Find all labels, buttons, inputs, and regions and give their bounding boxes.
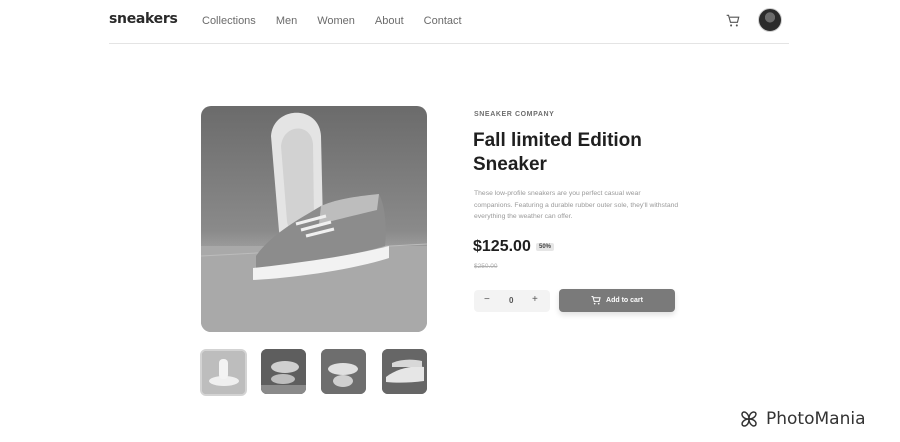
company-label: SNEAKER COMPANY bbox=[474, 111, 555, 118]
nav-contact[interactable]: Contact bbox=[424, 15, 462, 27]
product-description: These low-profile sneakers are you perfe… bbox=[474, 190, 679, 220]
cart-icon bbox=[591, 296, 601, 305]
thumbnail-3[interactable] bbox=[321, 349, 366, 394]
nav-women[interactable]: Women bbox=[317, 15, 355, 27]
nav-about[interactable]: About bbox=[375, 15, 404, 27]
avatar[interactable] bbox=[758, 8, 782, 32]
photomania-watermark: PhotoMania bbox=[728, 402, 890, 436]
nav-men[interactable]: Men bbox=[276, 15, 297, 27]
watermark-text: PhotoMania bbox=[766, 409, 866, 429]
decrease-quantity-button[interactable]: − bbox=[484, 294, 490, 305]
thumbnail-4[interactable] bbox=[382, 349, 427, 394]
increase-quantity-button[interactable]: + bbox=[532, 294, 538, 305]
discount-badge: 50% bbox=[536, 243, 555, 251]
sneaker-illustration bbox=[201, 112, 427, 332]
current-price: $125.00 bbox=[473, 238, 531, 255]
site-header: sneakers Collections Men Women About Con… bbox=[109, 0, 789, 44]
thumbnail-1[interactable] bbox=[200, 349, 247, 396]
site-logo[interactable]: sneakers bbox=[109, 11, 178, 27]
thumbnail-2[interactable] bbox=[261, 349, 306, 394]
pinwheel-icon bbox=[741, 411, 757, 427]
nav-collections[interactable]: Collections bbox=[202, 15, 256, 27]
quantity-value[interactable]: 0 bbox=[509, 296, 513, 305]
add-to-cart-label: Add to cart bbox=[606, 297, 643, 304]
product-main-image[interactable] bbox=[201, 106, 427, 332]
product-title: Fall limited Edition Sneaker bbox=[473, 130, 642, 175]
cart-icon[interactable] bbox=[726, 14, 740, 28]
original-price: $250.00 bbox=[474, 263, 498, 270]
main-nav: Collections Men Women About Contact bbox=[202, 15, 482, 27]
quantity-stepper: − 0 + bbox=[474, 290, 550, 312]
add-to-cart-button[interactable]: Add to cart bbox=[559, 289, 675, 312]
